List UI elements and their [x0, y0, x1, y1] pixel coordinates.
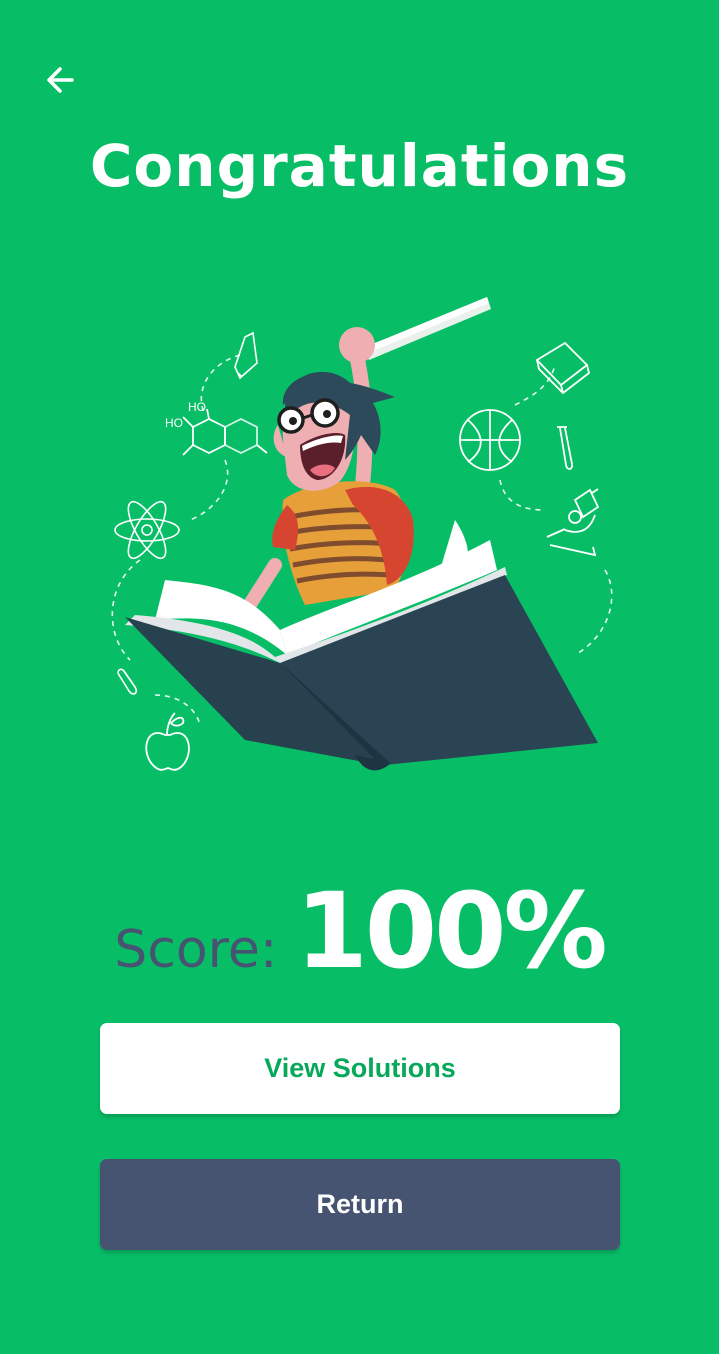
return-button[interactable]: Return	[100, 1159, 620, 1250]
molecule-label: HO	[188, 400, 206, 414]
microscope-icon	[546, 488, 600, 557]
molecule-icon	[182, 408, 268, 456]
ruler-icon	[363, 297, 491, 360]
test-tube-icon	[557, 426, 573, 470]
atom-icon	[114, 500, 180, 560]
molecule-label: HO	[165, 416, 183, 430]
book-icon	[535, 341, 591, 395]
arrow-left-icon	[47, 67, 74, 93]
score-value: 100%	[295, 870, 607, 992]
paperclip-icon	[117, 668, 138, 695]
back-button[interactable]	[38, 58, 82, 102]
page-title: Congratulations	[89, 132, 630, 200]
basketball-icon	[459, 409, 521, 471]
apple-icon	[145, 712, 190, 771]
pencil-icon	[234, 331, 258, 380]
view-solutions-button[interactable]: View Solutions	[100, 1023, 620, 1114]
score-row: Score: 100%	[0, 870, 719, 992]
score-label: Score:	[114, 920, 278, 980]
celebration-illustration: HO HO	[95, 285, 625, 785]
